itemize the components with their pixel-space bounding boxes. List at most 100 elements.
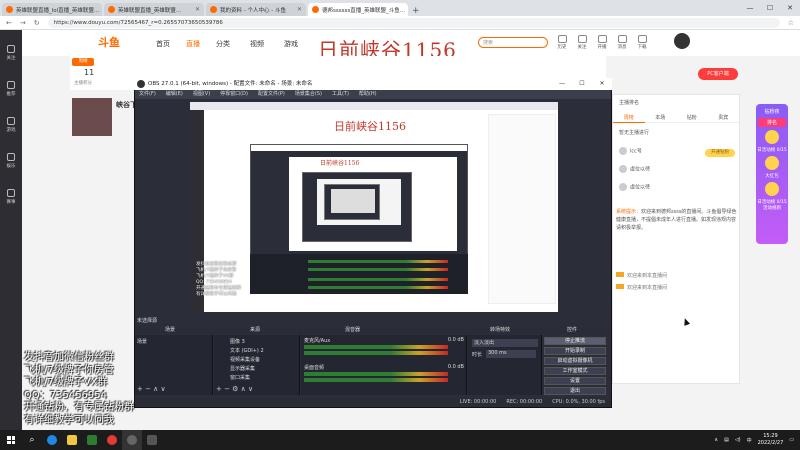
menu-scene-collection[interactable]: 场景集合(S) (295, 90, 322, 99)
open-diamond-button[interactable]: 开通钻粉 (705, 149, 735, 157)
nav-category[interactable]: 分类 (216, 39, 230, 49)
source-item[interactable]: 视频采集设备 (230, 356, 260, 363)
obs-icon (127, 435, 137, 445)
taskbar-explorer[interactable] (62, 430, 82, 450)
tab-vip[interactable]: 贵宾 (707, 113, 739, 123)
duration-input[interactable]: 300 ms (486, 350, 536, 358)
tab-week[interactable]: 周榜 (613, 113, 645, 123)
url-input[interactable]: https://www.douyu.com/72565467_r=0.26557… (47, 17, 780, 28)
obs-maximize-button[interactable]: ☐ (572, 78, 592, 90)
scene-item[interactable]: 场景 (137, 338, 147, 345)
back-icon[interactable]: ← (6, 19, 12, 27)
download-button[interactable]: 下载 (634, 35, 650, 50)
browser-tab[interactable]: 英雄联盟直播_英雄联盟... ✕ (104, 3, 204, 16)
icon-label: 历史 (557, 45, 567, 50)
left-nav-recommend[interactable]: 推荐 (0, 76, 22, 102)
source-item[interactable]: 文本 (GDI+) 2 (230, 347, 264, 354)
taskbar-obs[interactable] (122, 430, 142, 450)
taskbar-store[interactable] (82, 430, 102, 450)
taskbar-search[interactable]: ⌕ (22, 430, 42, 450)
scene-add-remove-buttons[interactable]: + − ∧ ∨ (137, 385, 166, 393)
close-icon[interactable]: ✕ (195, 6, 200, 13)
taskbar-chrome[interactable] (102, 430, 122, 450)
scenes-dock: 场景 + − ∧ ∨ (135, 335, 213, 395)
taskbar-edge[interactable] (42, 430, 62, 450)
transition-select[interactable]: 淡入淡出 (472, 339, 538, 347)
menu-docks[interactable]: 停靠窗口(D) (220, 90, 248, 99)
nav-game[interactable]: 游戏 (284, 39, 298, 49)
obs-minimize-button[interactable]: — (552, 78, 572, 90)
nav-home[interactable]: 首页 (156, 39, 170, 49)
left-nav-ent[interactable]: 娱乐 (0, 148, 22, 174)
volume-icon[interactable]: ◁) (735, 437, 741, 443)
windows-taskbar: ⌕ (0, 430, 800, 450)
source-item[interactable]: 图像 3 (230, 338, 245, 345)
rank-user[interactable]: 虚位以待 (619, 165, 650, 173)
source-item[interactable]: 显示器采集 (230, 365, 255, 372)
scenes-header: 场景 (165, 327, 176, 333)
browser-tab[interactable]: 英雄联盟直播_lol直播_英雄联盟...✕ (2, 3, 102, 16)
notification-icon[interactable]: ▭ (789, 437, 794, 443)
promo-banner[interactable]: 钻粉夜 排名 日活动榜 0/15 大红包 日活动榜 0/15 活动规则 (756, 104, 788, 244)
menu-tools[interactable]: 工具(T) (332, 90, 349, 99)
streamer-avatar[interactable] (72, 98, 112, 136)
nav-video[interactable]: 视频 (250, 39, 264, 49)
left-nav-match[interactable]: 赛事 (0, 184, 22, 210)
chevron-up-icon[interactable]: ∧ (714, 437, 718, 443)
menu-file[interactable]: 文件(F) (139, 90, 156, 99)
badge-icon (616, 272, 624, 277)
network-icon[interactable]: ▤ (724, 437, 729, 443)
clock[interactable]: 15:29 2022/2/27 (758, 433, 784, 447)
browser-tab-active[interactable]: 德邦ssssss直播_英雄联盟_斗鱼...✕ (308, 3, 408, 16)
forward-icon[interactable]: → (20, 19, 26, 27)
broadcast-button[interactable]: 开播 (594, 35, 610, 50)
minimize-button[interactable]: — (740, 0, 760, 16)
tab-diamond[interactable]: 钻粉 (676, 113, 708, 123)
start-recording-button[interactable]: 开始录制 (544, 347, 606, 355)
desktop-volume-slider[interactable] (304, 378, 448, 382)
history-button[interactable]: 历史 (554, 35, 570, 50)
close-button[interactable]: ✕ (780, 0, 800, 16)
left-nav-label: 推荐 (6, 92, 16, 97)
source-item[interactable]: 窗口采集 (230, 374, 250, 381)
exit-button[interactable]: 退出 (544, 387, 606, 395)
menu-view[interactable]: 视图(V) (193, 90, 210, 99)
left-nav-label: 赛事 (6, 200, 16, 205)
reload-icon[interactable]: ↻ (34, 19, 40, 27)
browser-tab[interactable]: 我的资料 - 个人中心 - 斗鱼 ✕ (206, 3, 306, 16)
mic-volume-slider[interactable] (304, 351, 448, 355)
maximize-button[interactable]: ☐ (760, 0, 780, 16)
left-nav-follow[interactable]: 关注 (0, 40, 22, 66)
start-button[interactable] (0, 430, 22, 450)
star-icon[interactable]: ☆ (788, 19, 794, 27)
ime-indicator[interactable]: 中 (747, 437, 752, 444)
promo-line: 开通钻粉，有专属钻粉群 (24, 402, 134, 413)
live-status: LIVE: 00:00:00 (459, 399, 497, 405)
pc-client-button[interactable]: PC客户端 (698, 68, 738, 80)
follow-button[interactable]: 关注 (574, 35, 590, 50)
source-add-remove-buttons[interactable]: + − ⚙ ∧ ∨ (216, 385, 253, 393)
avatar[interactable] (674, 33, 690, 49)
studio-mode-button[interactable]: 工作室模式 (544, 367, 606, 375)
taskbar-app[interactable] (142, 430, 162, 450)
rank-user[interactable]: 虚位以待 (619, 183, 650, 191)
system-tray: ∧ ▤ ◁) 中 15:29 2022/2/27 ▭ (714, 430, 794, 450)
icon-label: 开播 (597, 45, 607, 50)
nav-live[interactable]: 直播 (186, 39, 200, 49)
settings-button[interactable]: 设置 (544, 377, 606, 385)
stop-streaming-button[interactable]: 停止推流 (544, 337, 606, 345)
sources-dock: 图像 3 文本 (GDI+) 2 视频采集设备 显示器采集 窗口采集 + − ⚙… (214, 335, 300, 395)
virtual-camera-button[interactable]: 启动虚拟摄像机 (544, 357, 606, 365)
close-icon[interactable]: ✕ (297, 6, 302, 13)
menu-help[interactable]: 帮助(H) (359, 90, 377, 99)
rank-user[interactable]: lcc号 (619, 147, 642, 155)
left-nav-game[interactable]: 游戏 (0, 112, 22, 138)
menu-edit[interactable]: 编辑(E) (166, 90, 183, 99)
tab-session[interactable]: 本场 (644, 113, 676, 123)
obs-close-button[interactable]: ✕ (592, 78, 612, 90)
douyu-logo[interactable]: 斗鱼 (98, 34, 138, 50)
message-button[interactable]: 消息 (614, 35, 630, 50)
menu-profile[interactable]: 配置文件(P) (258, 90, 285, 99)
search-input[interactable]: 搜索 (478, 37, 548, 48)
new-tab-button[interactable]: + (412, 6, 420, 16)
